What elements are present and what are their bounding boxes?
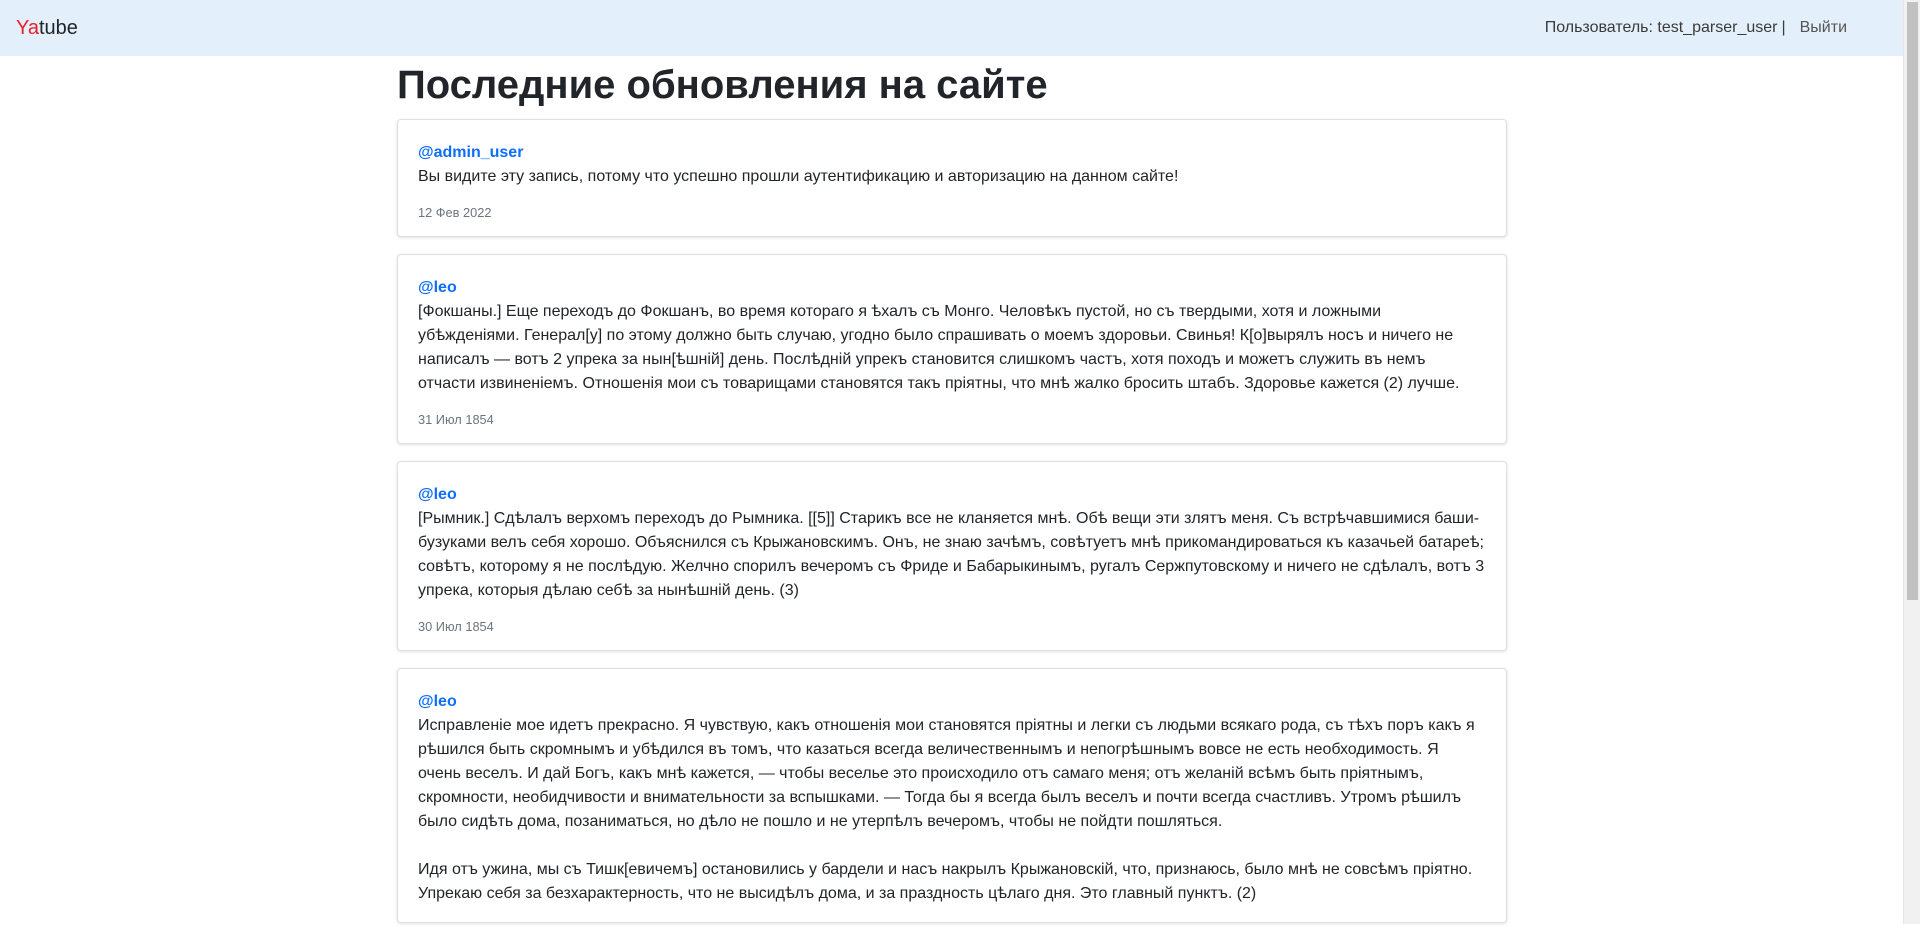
post-author-link[interactable]: @leo bbox=[418, 690, 1486, 714]
brand-logo[interactable]: Yatube bbox=[16, 17, 78, 40]
post-card: @leo Исправленіе мое идетъ прекрасно. Я … bbox=[397, 668, 1507, 923]
nav-user-area: Пользователь: test_parser_user | Выйти bbox=[1545, 19, 1887, 37]
nav-separator: | bbox=[1781, 19, 1786, 36]
post-paragraph: [Рымник.] Сдѣлалъ верхомъ переходъ до Ры… bbox=[418, 510, 1485, 599]
post-text: Вы видите эту запись, потому что успешно… bbox=[418, 165, 1486, 189]
brand-tube: tube bbox=[38, 16, 78, 39]
main-content: Последние обновления на сайте @admin_use… bbox=[397, 56, 1507, 940]
scrollbar-thumb[interactable] bbox=[1907, 2, 1918, 600]
post-author-link[interactable]: @leo bbox=[418, 276, 1486, 300]
brand-ya: Ya bbox=[16, 16, 39, 39]
post-date: 12 Фев 2022 bbox=[418, 205, 492, 220]
vertical-scrollbar[interactable] bbox=[1903, 0, 1920, 924]
post-paragraph: Идя отъ ужина, мы съ Тишк[евичемъ] остан… bbox=[418, 861, 1473, 902]
current-user-label: Пользователь: test_parser_user bbox=[1544, 19, 1778, 36]
logout-link[interactable]: Выйти bbox=[1800, 19, 1847, 37]
post-paragraph: Исправленіе мое идетъ прекрасно. Я чувст… bbox=[418, 717, 1475, 830]
post-text: [Фокшаны.] Еще переходъ до Фокшанъ, во в… bbox=[418, 300, 1486, 396]
post-author-link[interactable]: @admin_user bbox=[418, 141, 1486, 165]
post-date: 31 Июл 1854 bbox=[418, 412, 494, 427]
post-text: Исправленіе мое идетъ прекрасно. Я чувст… bbox=[418, 714, 1486, 906]
post-paragraph: Вы видите эту запись, потому что успешно… bbox=[418, 168, 1179, 185]
post-card: @leo [Фокшаны.] Еще переходъ до Фокшанъ,… bbox=[397, 254, 1507, 444]
post-text: [Рымник.] Сдѣлалъ верхомъ переходъ до Ры… bbox=[418, 507, 1486, 603]
post-author-link[interactable]: @leo bbox=[418, 483, 1486, 507]
page-title: Последние обновления на сайте bbox=[397, 63, 1048, 107]
top-navbar: Yatube Пользователь: test_parser_user | … bbox=[0, 0, 1903, 56]
post-paragraph: [Фокшаны.] Еще переходъ до Фокшанъ, во в… bbox=[418, 303, 1460, 392]
post-card: @leo [Рымник.] Сдѣлалъ верхомъ переходъ … bbox=[397, 461, 1507, 651]
post-date: 30 Июл 1854 bbox=[418, 619, 494, 634]
post-card: @admin_user Вы видите эту запись, потому… bbox=[397, 119, 1507, 237]
